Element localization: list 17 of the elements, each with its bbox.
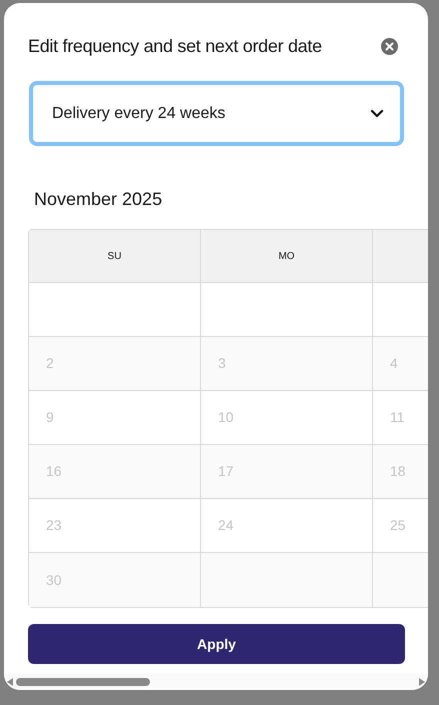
day-cell-text: 25 [390, 516, 406, 535]
weekday-header: MO [278, 250, 295, 264]
scroll-right-icon[interactable] [418, 677, 426, 687]
chevron-down-icon [370, 109, 384, 118]
scroll-left-icon[interactable] [6, 677, 14, 687]
weekday-header: SU [108, 250, 122, 264]
day-cell-text: 11 [390, 408, 405, 427]
frequency-select[interactable]: Delivery every 24 weeks [29, 81, 404, 146]
month-heading: November 2025 [34, 189, 162, 209]
day-cell-text: 10 [218, 408, 234, 427]
day-cell-text: 24 [218, 516, 234, 535]
apply-button[interactable]: Apply [28, 624, 405, 664]
dialog-title: Edit frequency and set next order date [28, 35, 322, 58]
scrollbar-thumb[interactable] [16, 678, 150, 686]
day-cell-text: 9 [46, 408, 54, 427]
close-icon[interactable] [381, 38, 398, 55]
day-cell-text: 23 [46, 516, 62, 535]
